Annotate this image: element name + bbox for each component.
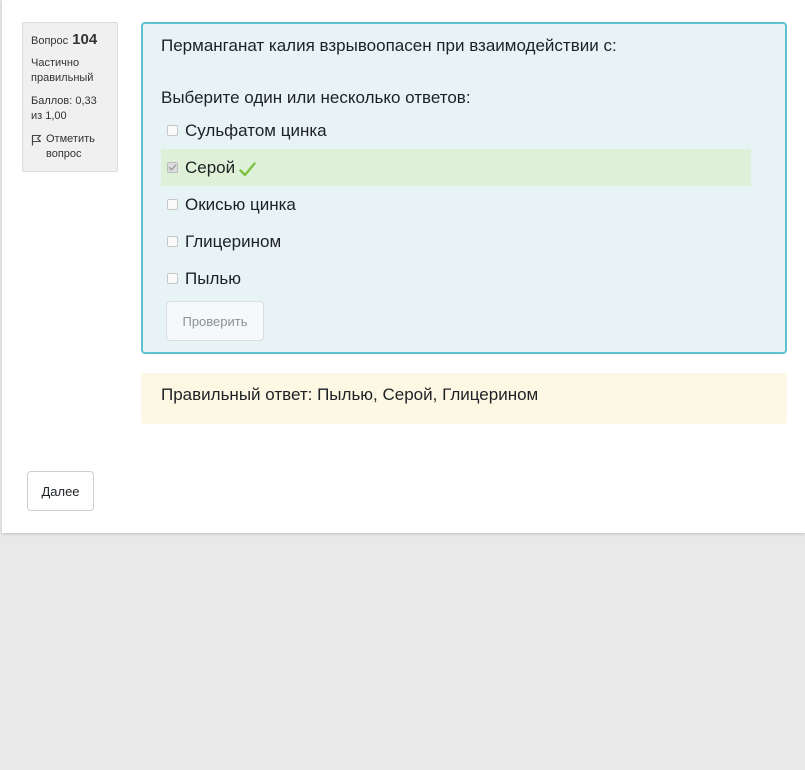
question-text: Перманганат калия взрывоопасен при взаим… <box>161 36 617 55</box>
checkbox-check-icon <box>168 164 177 171</box>
answer-label: Глицерином <box>185 231 282 251</box>
answer-label: Сульфатом цинка <box>185 120 327 140</box>
page-content: Вопрос 104 Частично правильный Баллов: 0… <box>2 0 805 533</box>
question-number: 104 <box>72 31 98 48</box>
answer-options: Сульфатом цинка Серой Окисью цинка Глице… <box>161 112 751 297</box>
check-button[interactable]: Проверить <box>166 301 264 341</box>
question-grade: Баллов: 0,33 из 1,00 <box>31 95 97 122</box>
question-number-row: Вопрос 104 <box>31 31 109 48</box>
right-answer-text: Правильный ответ: Пылью, Серой, Глицерин… <box>161 385 539 404</box>
answer-label: Окисью цинка <box>185 194 296 214</box>
flag-icon <box>31 134 42 146</box>
answer-label: Серой <box>185 157 236 177</box>
answer-checkbox[interactable] <box>167 125 178 136</box>
answer-checkbox[interactable] <box>167 273 178 284</box>
question-formulation: Перманганат калия взрывоопасен при взаим… <box>141 22 787 354</box>
answer-option-correct[interactable]: Серой <box>161 149 751 186</box>
flag-question-label: Отметить вопрос <box>46 133 95 160</box>
answer-prompt: Выберите один или несколько ответов: <box>161 88 471 107</box>
next-button[interactable]: Далее <box>27 471 94 511</box>
answer-checkbox[interactable] <box>167 199 178 210</box>
checkmark-icon <box>239 162 256 177</box>
answer-option[interactable]: Окисью цинка <box>161 186 751 223</box>
answer-checkbox[interactable] <box>167 236 178 247</box>
answer-option[interactable]: Пылью <box>161 260 751 297</box>
question-info-panel: Вопрос 104 Частично правильный Баллов: 0… <box>22 22 118 172</box>
answer-checkbox-checked[interactable] <box>167 162 178 173</box>
question-state: Частично правильный <box>31 57 94 84</box>
answer-label: Пылью <box>185 268 241 288</box>
answer-option[interactable]: Сульфатом цинка <box>161 112 751 149</box>
answer-option[interactable]: Глицерином <box>161 223 751 260</box>
question-label: Вопрос <box>31 35 69 47</box>
feedback-panel: Правильный ответ: Пылью, Серой, Глицерин… <box>141 373 787 424</box>
flag-question-link[interactable]: Отметить вопрос <box>31 132 109 162</box>
